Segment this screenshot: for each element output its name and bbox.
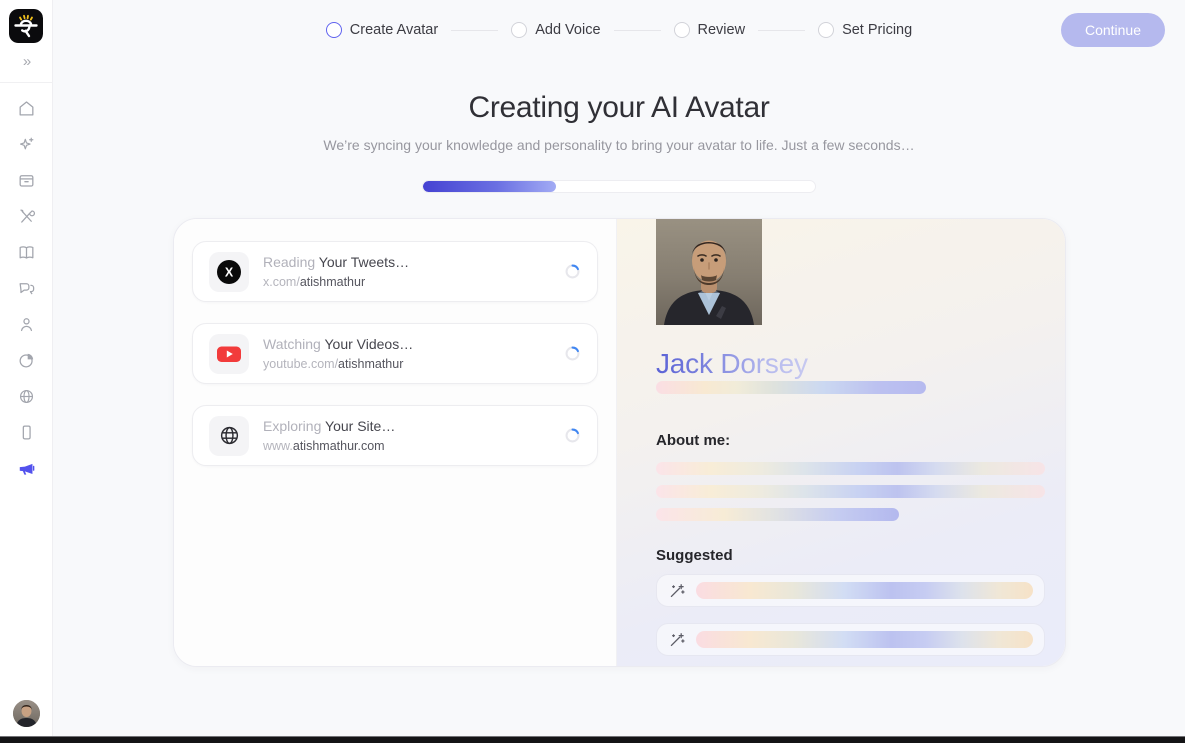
about-skeleton-bar	[655, 485, 1045, 498]
x-logo-icon: X	[209, 251, 249, 292]
loading-spinner-icon	[565, 428, 580, 443]
sidebar-divider	[0, 82, 53, 83]
sidebar-collapse-icon[interactable]: »	[23, 54, 31, 69]
svg-text:X: X	[225, 265, 234, 279]
step-review[interactable]: Review	[673, 22, 746, 38]
task-panel: X Reading Your Tweets… x.com/atishmathur…	[174, 219, 617, 666]
app-window: » Create Avatar Add Voice Review Set Pri…	[0, 0, 1185, 743]
profile-preview-panel: Jack Dorsey About me: Suggested	[616, 219, 1065, 666]
about-skeleton-bar	[655, 462, 1045, 475]
continue-button[interactable]: Continue	[1060, 13, 1165, 47]
bottom-window-edge	[0, 736, 1185, 743]
home-icon	[19, 100, 33, 115]
suggested-question[interactable]	[655, 623, 1045, 656]
task-text: Watching Your Videos… youtube.com/atishm…	[263, 335, 550, 373]
sidebar-item-web[interactable]	[16, 386, 36, 406]
task-reading-tweets: X Reading Your Tweets… x.com/atishmathur	[192, 241, 598, 302]
task-exploring-site: Exploring Your Site… www.atishmathur.com	[192, 405, 598, 466]
sidebar-item-library[interactable]	[16, 170, 36, 190]
magic-wand-icon	[670, 633, 685, 647]
step-circle	[511, 22, 528, 38]
sidebar-item-conversations[interactable]	[16, 278, 36, 298]
chats-icon	[19, 282, 34, 294]
suggested-question[interactable]	[655, 574, 1045, 607]
task-title: Reading Your Tweets…	[263, 253, 410, 270]
suggested-label: Suggested	[655, 547, 733, 564]
sidebar-item-knowledge[interactable]	[16, 242, 36, 262]
step-label: Add Voice	[535, 22, 601, 38]
name-skeleton-bar	[655, 381, 926, 394]
progress-fill	[423, 181, 557, 192]
loading-spinner-icon	[565, 264, 580, 279]
suggested-skeleton-bar	[695, 631, 1033, 648]
creation-card: X Reading Your Tweets… x.com/atishmathur…	[173, 218, 1066, 667]
top-bar: Create Avatar Add Voice Review Set Prici…	[53, 0, 1185, 60]
step-circle	[673, 22, 690, 38]
step-add-voice[interactable]: Add Voice	[511, 22, 601, 38]
person-icon	[20, 317, 32, 331]
sidebar-item-mobile[interactable]	[16, 422, 36, 442]
app-logo-icon[interactable]	[9, 9, 43, 43]
page-subtitle: We’re syncing your knowledge and persona…	[323, 137, 915, 153]
task-title: Exploring Your Site…	[263, 417, 396, 434]
stepper: Create Avatar Add Voice Review Set Prici…	[325, 22, 912, 38]
page-title: Creating your AI Avatar	[468, 91, 770, 124]
task-text: Reading Your Tweets… x.com/atishmathur	[263, 253, 550, 291]
sidebar-item-ai[interactable]	[16, 134, 36, 154]
step-label: Review	[697, 22, 746, 38]
task-watching-videos: Watching Your Videos… youtube.com/atishm…	[192, 323, 598, 384]
step-circle	[818, 22, 835, 38]
step-connector	[613, 29, 661, 31]
progress-bar	[422, 180, 816, 193]
task-text: Exploring Your Site… www.atishmathur.com	[263, 417, 550, 455]
task-title: Watching Your Videos…	[263, 335, 414, 352]
archive-icon	[19, 174, 33, 187]
step-circle	[325, 22, 342, 38]
step-create-avatar[interactable]: Create Avatar	[325, 22, 439, 38]
sidebar-item-tools[interactable]	[16, 206, 36, 226]
step-label: Set Pricing	[842, 22, 913, 38]
task-url: www.atishmathur.com	[263, 438, 385, 453]
website-globe-icon	[209, 415, 249, 456]
megaphone-icon	[19, 463, 34, 475]
sparkles-icon	[19, 137, 33, 149]
step-label: Create Avatar	[349, 22, 439, 38]
sidebar-item-analytics[interactable]	[16, 350, 36, 370]
step-connector	[451, 29, 499, 31]
globe-icon	[19, 389, 33, 403]
magic-wand-icon	[670, 584, 685, 598]
user-avatar[interactable]	[13, 700, 40, 727]
profile-name: Jack Dorsey	[655, 348, 808, 379]
sidebar-item-marketing[interactable]	[16, 458, 36, 478]
step-connector	[758, 29, 806, 31]
tools-icon	[19, 209, 35, 223]
book-icon	[19, 245, 33, 259]
profile-photo	[655, 219, 762, 329]
sidebar: »	[0, 0, 53, 736]
task-url: x.com/atishmathur	[263, 274, 366, 289]
sidebar-item-audience[interactable]	[16, 314, 36, 334]
step-set-pricing[interactable]: Set Pricing	[818, 22, 912, 38]
pie-chart-icon	[19, 353, 33, 367]
about-me-label: About me:	[655, 432, 731, 449]
sidebar-item-home[interactable]	[16, 98, 36, 118]
youtube-logo-icon	[209, 333, 249, 374]
about-skeleton-bar	[655, 508, 899, 521]
sidebar-nav	[16, 98, 36, 478]
task-url: youtube.com/atishmathur	[263, 356, 404, 371]
suggested-skeleton-bar	[695, 582, 1033, 599]
loading-spinner-icon	[565, 346, 580, 361]
phone-icon	[22, 425, 31, 439]
